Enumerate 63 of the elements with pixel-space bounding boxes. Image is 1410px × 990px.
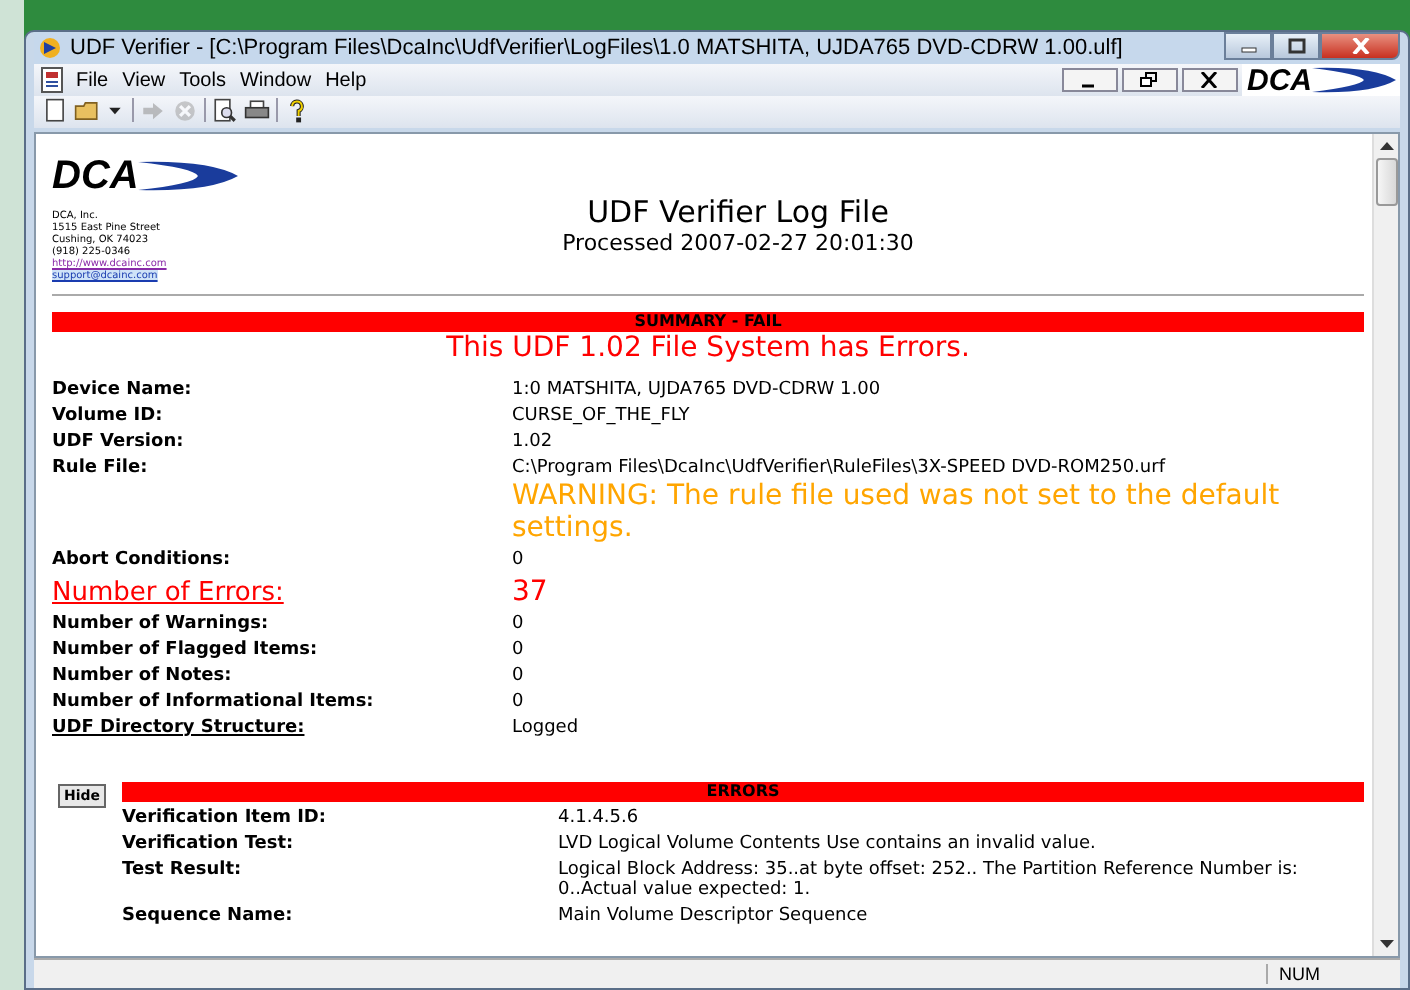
report-title: UDF Verifier Log File	[585, 194, 891, 230]
field-value: 4.1.4.5.6	[558, 808, 641, 828]
scroll-down-icon	[1379, 940, 1393, 948]
disc-icon	[38, 36, 62, 60]
summary-headline: This UDF 1.02 File System has Errors.	[444, 332, 972, 364]
restore-button[interactable]	[1121, 68, 1177, 92]
field-label: Volume ID:	[52, 406, 165, 426]
field-value: CURSE_OF_THE_FLY	[512, 406, 692, 426]
menu-item[interactable]: Tools	[179, 69, 226, 91]
processed-date: Processed 2007-02-27 20:01:30	[560, 230, 916, 256]
field-label: Number of Notes:	[52, 666, 234, 686]
menu-item[interactable]: File	[76, 69, 109, 91]
field-label[interactable]: Number of Errors:	[52, 578, 512, 608]
vertical-scrollbar[interactable]	[1372, 134, 1398, 956]
new-document-icon[interactable]	[42, 97, 68, 123]
field-value: 1:0 MATSHITA, UJDA765 DVD-CDRW 1.00	[512, 380, 883, 400]
field-label: UDF Version:	[52, 432, 186, 452]
field-value: Logical Block Address: 35..at byte offset: 252.. The Partition Reference Number is: 0..Actual value expected: 1.	[558, 860, 1300, 900]
minimize-button[interactable]	[1224, 32, 1272, 60]
field-label: Number of Informational Items:	[52, 692, 376, 712]
restore-icon	[1140, 72, 1158, 88]
field-value: 37	[512, 576, 550, 608]
field-label: Test Result:	[122, 860, 244, 884]
scroll-up-icon	[1379, 142, 1393, 150]
field-value: C:\Program Files\DcaInc\UdfVerifier\RuleFiles\3X-SPEED DVD-ROM250.urf	[512, 458, 1165, 478]
menu-item[interactable]: Window	[239, 69, 312, 91]
field-label[interactable]: UDF Directory Structure:	[52, 718, 512, 738]
summary-banner: SUMMARY - FAIL	[52, 312, 1364, 332]
warning-message: WARNING: The rule file used was not set to the default settings.	[512, 480, 1282, 544]
close-icon	[1200, 72, 1218, 88]
window-title: UDF Verifier - [C:\Program Files\DcaInc\UdfVerifier\LogFiles\1.0 MATSHITA, UJDA765 DVD-CDRW 1.00.ulf]	[70, 36, 1125, 60]
field-label: Abort Conditions:	[52, 550, 233, 570]
field-value: 0	[512, 692, 526, 712]
field-value: Logged	[512, 718, 581, 738]
minimize-button[interactable]	[1061, 68, 1117, 92]
close-icon	[1351, 38, 1369, 54]
maximize-button[interactable]	[1272, 32, 1320, 60]
menu-item[interactable]: Help	[325, 69, 367, 91]
num-lock-indicator: NUM	[1265, 964, 1340, 984]
field-value: 1.02	[512, 432, 555, 452]
menu-item[interactable]: View	[122, 69, 166, 91]
field-label: Verification Test:	[122, 834, 296, 854]
field-label: Device Name:	[52, 380, 194, 400]
scrollbar-thumb[interactable]	[1375, 158, 1397, 206]
company-logo: DCA	[52, 154, 239, 198]
printer-icon[interactable]	[243, 97, 270, 123]
field-value: 0	[512, 550, 526, 570]
field-value: 0	[512, 640, 526, 660]
field-label: Number of Warnings:	[52, 614, 271, 634]
field-label: Sequence Name:	[122, 906, 295, 926]
field-value: LVD Logical Volume Contents Use contains an invalid value.	[558, 834, 1098, 854]
errors-banner: ERRORS	[122, 782, 1364, 802]
close-button[interactable]	[1181, 68, 1237, 92]
field-label: Rule File:	[52, 458, 150, 478]
maximize-icon	[1287, 38, 1305, 54]
field-label: Verification Item ID:	[122, 808, 329, 828]
company-logo: DCA	[1241, 64, 1400, 96]
field-value: 0	[512, 666, 526, 686]
print-preview-icon[interactable]	[211, 97, 238, 123]
field-value: Main Volume Descriptor Sequence	[558, 906, 870, 926]
field-label: Number of Flagged Items:	[52, 640, 320, 660]
document-icon[interactable]	[40, 66, 64, 94]
field-value: 0	[512, 614, 526, 634]
